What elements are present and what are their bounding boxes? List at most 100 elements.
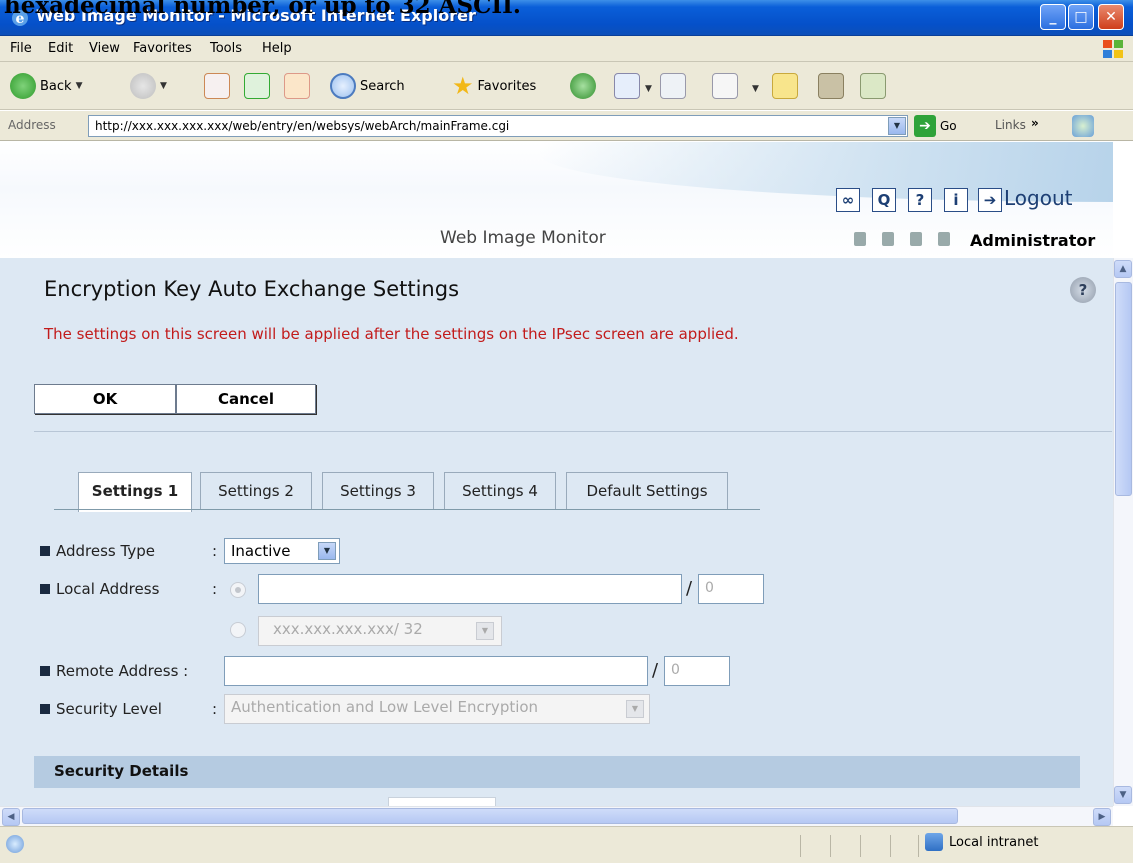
tab-settings-2[interactable]: Settings 2 bbox=[200, 472, 312, 510]
home-icon[interactable] bbox=[284, 73, 310, 99]
translate-icon[interactable] bbox=[1072, 115, 1094, 137]
link-icon[interactable]: ∞ bbox=[836, 188, 860, 212]
document-icon bbox=[938, 232, 950, 246]
cancel-button[interactable]: Cancel bbox=[176, 384, 316, 414]
status-divider bbox=[800, 835, 801, 857]
close-button[interactable]: ✕ bbox=[1098, 4, 1124, 30]
local-address-ipv4-select[interactable]: xxx.xxx.xxx.xxx/ 32 bbox=[258, 616, 502, 646]
slash-separator: / bbox=[686, 578, 693, 599]
slash-separator: / bbox=[652, 660, 659, 681]
chevron-right-icon[interactable]: » bbox=[1031, 116, 1039, 130]
remote-prefix-input[interactable]: 0 bbox=[664, 656, 730, 686]
security-level-select[interactable]: Authentication and Low Level Encryption bbox=[224, 694, 650, 724]
windows-logo-icon bbox=[1103, 40, 1123, 58]
dropdown-arrow-icon[interactable]: ▼ bbox=[160, 81, 167, 91]
divider bbox=[34, 431, 1112, 432]
local-address-ipv4-radio[interactable] bbox=[230, 622, 246, 638]
menu-file[interactable]: File bbox=[10, 41, 32, 56]
ok-button[interactable]: OK bbox=[34, 384, 176, 414]
discuss-icon[interactable] bbox=[772, 73, 798, 99]
logout-arrow-icon[interactable]: ➔ bbox=[978, 188, 1002, 212]
printer-status-icon bbox=[854, 232, 866, 246]
network-icon bbox=[882, 232, 894, 246]
back-button[interactable]: Back ▼ bbox=[10, 71, 82, 101]
local-address-input[interactable] bbox=[258, 574, 682, 604]
menu-favorites[interactable]: Favorites bbox=[133, 41, 192, 56]
browser-window: e Web Image Monitor - Microsoft Internet… bbox=[0, 0, 1133, 863]
info-icon[interactable]: i bbox=[944, 188, 968, 212]
security-level-label: Security Level bbox=[40, 700, 162, 718]
local-prefix-input[interactable]: 0 bbox=[698, 574, 764, 604]
menu-bar: File Edit View Favorites Tools Help bbox=[0, 36, 1133, 62]
dropdown-arrow-icon[interactable]: ▼ bbox=[76, 81, 83, 91]
address-type-label: Address Type bbox=[40, 542, 155, 560]
address-dropdown-icon[interactable]: ▼ bbox=[888, 117, 906, 135]
menu-help[interactable]: Help bbox=[262, 41, 292, 56]
minimize-button[interactable]: _ bbox=[1040, 4, 1066, 30]
chevron-down-icon[interactable]: ▼ bbox=[318, 542, 336, 560]
menu-tools[interactable]: Tools bbox=[210, 41, 242, 56]
print-icon[interactable] bbox=[660, 73, 686, 99]
page-title: Encryption Key Auto Exchange Settings bbox=[44, 277, 460, 301]
intranet-icon bbox=[925, 833, 943, 851]
tab-settings-1[interactable]: Settings 1 bbox=[78, 472, 192, 512]
go-arrow-icon: ➔ bbox=[914, 115, 936, 137]
menu-view[interactable]: View bbox=[89, 41, 120, 56]
address-input[interactable]: http://xxx.xxx.xxx.xxx/web/entry/en/webs… bbox=[88, 115, 908, 137]
tab-settings-4[interactable]: Settings 4 bbox=[444, 472, 556, 510]
user-icon bbox=[910, 232, 922, 246]
stop-icon[interactable] bbox=[204, 73, 230, 99]
local-address-manual-radio[interactable] bbox=[230, 582, 246, 598]
chevron-down-icon[interactable]: ▼ bbox=[626, 700, 644, 718]
security-zone[interactable]: Local intranet bbox=[925, 833, 1038, 851]
scroll-left-icon[interactable]: ◀ bbox=[2, 808, 20, 826]
scroll-down-icon[interactable]: ▼ bbox=[1114, 786, 1132, 804]
forward-arrow-icon bbox=[130, 73, 156, 99]
star-icon: ★ bbox=[452, 72, 474, 100]
user-role: Administrator bbox=[970, 231, 1096, 250]
menu-edit[interactable]: Edit bbox=[48, 41, 73, 56]
scroll-up-icon[interactable]: ▲ bbox=[1114, 260, 1132, 278]
history-icon[interactable] bbox=[570, 73, 596, 99]
tab-default-settings[interactable]: Default Settings bbox=[566, 472, 728, 510]
status-divider bbox=[860, 835, 861, 857]
dropdown-arrow-icon[interactable]: ▼ bbox=[752, 84, 759, 94]
help-icon[interactable]: ? bbox=[1070, 277, 1096, 303]
logout-link[interactable]: Logout bbox=[1004, 186, 1072, 210]
search-icon[interactable]: Q bbox=[872, 188, 896, 212]
messenger-icon[interactable] bbox=[860, 73, 886, 99]
security-details-header: Security Details bbox=[34, 756, 1080, 788]
dropdown-arrow-icon[interactable]: ▼ bbox=[645, 84, 652, 94]
bullet-icon bbox=[40, 546, 50, 556]
status-bar: Local intranet bbox=[0, 826, 1133, 863]
bullet-icon bbox=[40, 704, 50, 714]
favorites-button[interactable]: ★ Favorites bbox=[452, 71, 536, 101]
maximize-button[interactable]: □ bbox=[1068, 4, 1094, 30]
local-address-label: Local Address bbox=[40, 580, 159, 598]
go-button[interactable]: ➔ Go bbox=[914, 115, 957, 137]
question-icon[interactable]: ? bbox=[908, 188, 932, 212]
vertical-scroll-thumb[interactable] bbox=[1115, 282, 1132, 496]
address-bar: Address http://xxx.xxx.xxx.xxx/web/entry… bbox=[0, 111, 1133, 141]
forward-button[interactable]: ▼ bbox=[130, 71, 167, 101]
refresh-icon[interactable] bbox=[244, 73, 270, 99]
status-divider bbox=[918, 835, 919, 857]
word-icon[interactable] bbox=[712, 73, 738, 99]
document-caption: hexadecimal number, or up to 32 ASCII. bbox=[4, 0, 521, 16]
notice-text: The settings on this screen will be appl… bbox=[44, 325, 739, 343]
remote-address-input[interactable] bbox=[224, 656, 648, 686]
separator: : bbox=[212, 700, 218, 718]
chevron-down-icon[interactable]: ▼ bbox=[476, 622, 494, 640]
search-button[interactable]: Search bbox=[330, 71, 405, 101]
horizontal-scroll-thumb[interactable] bbox=[22, 808, 958, 824]
links-label[interactable]: Links bbox=[995, 118, 1026, 132]
address-label: Address bbox=[8, 118, 56, 132]
tab-settings-3[interactable]: Settings 3 bbox=[322, 472, 434, 510]
bullet-icon bbox=[40, 666, 50, 676]
product-name: Web Image Monitor bbox=[440, 228, 606, 248]
research-icon[interactable] bbox=[818, 73, 844, 99]
bullet-icon bbox=[40, 584, 50, 594]
mail-icon[interactable] bbox=[614, 73, 640, 99]
page-status-icon bbox=[6, 835, 24, 853]
scroll-right-icon[interactable]: ▶ bbox=[1093, 808, 1111, 826]
